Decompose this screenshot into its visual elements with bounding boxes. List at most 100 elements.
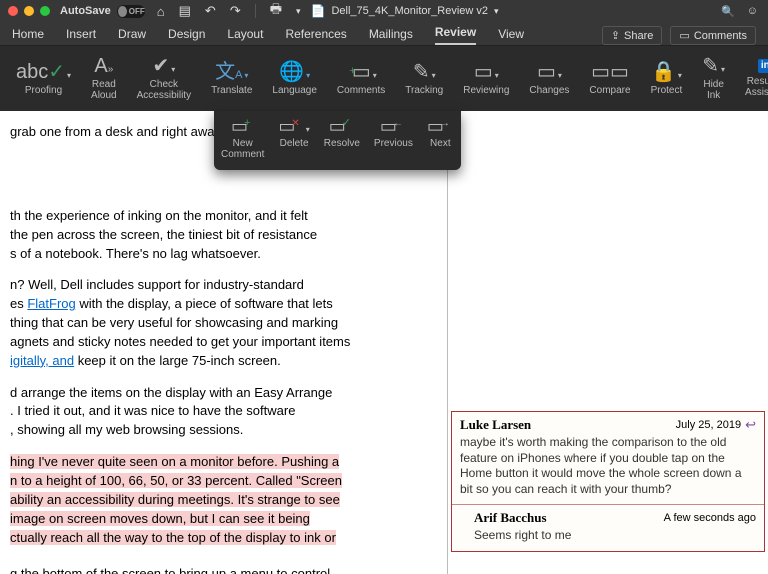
ribbon-protect[interactable]: 🔒▾ Protect [641, 46, 693, 111]
ribbon-label: Compare [589, 85, 630, 96]
submenu-label: Resolve [324, 138, 360, 149]
reply-icon[interactable]: ↩ [745, 417, 756, 433]
ribbon-compare[interactable]: ▭▭ Compare [579, 46, 640, 111]
comment-header: Luke Larsen July 25, 2019 ↩ [460, 417, 756, 433]
submenu-label: Previous [374, 138, 413, 149]
submenu-previous[interactable]: ▭← Previous [367, 115, 420, 151]
ribbon-label: Read Aloud [91, 79, 117, 101]
read-aloud-icon: A» [94, 56, 113, 76]
ribbon-proofing[interactable]: abc✓▾ Proofing [6, 46, 81, 111]
tab-draw[interactable]: Draw [118, 27, 146, 45]
ribbon-resume-assistant[interactable]: in Resume Assistant [735, 46, 768, 111]
ribbon-label: Proofing [25, 85, 62, 96]
ribbon-label: Check Accessibility [137, 79, 191, 101]
ribbon-tabs: Home Insert Draw Design Layout Reference… [0, 22, 768, 46]
translate-icon: 文A▾ [215, 62, 248, 82]
minimize-window-button[interactable] [24, 6, 34, 16]
quick-access-toolbar: ⌂ ▤ ↶ ↷ 🖶 ▾ [157, 0, 301, 22]
zoom-window-button[interactable] [40, 6, 50, 16]
submenu-label: New Comment [221, 138, 264, 160]
new-comment-icon: ▭+ [231, 117, 254, 135]
tab-mailings[interactable]: Mailings [369, 27, 413, 45]
tab-view[interactable]: View [498, 27, 524, 45]
ribbon-changes[interactable]: ▭▾ Changes [519, 46, 579, 111]
ribbon-read-aloud[interactable]: A» Read Aloud [81, 46, 127, 111]
comments-submenu: ▭+ New Comment ▭✕▾ Delete ▭✓ Resolve ▭← … [214, 111, 461, 170]
resolve-comment-icon: ▭✓ [329, 117, 355, 135]
ribbon-label: Language [272, 85, 317, 96]
ribbon-comments[interactable]: +▭▾ Comments [327, 46, 395, 111]
share-label: Share [624, 30, 653, 42]
document-text: th the experience of inking on the monit… [10, 207, 437, 264]
account-icon[interactable]: ☺ [747, 5, 758, 17]
document-icon: 📄 [311, 4, 326, 18]
traffic-lights [8, 6, 50, 16]
comments-icon: +▭▾ [345, 62, 376, 82]
print-icon[interactable]: 🖶 [270, 0, 282, 22]
submenu-new-comment[interactable]: ▭+ New Comment [214, 115, 271, 162]
tab-review[interactable]: Review [435, 25, 476, 45]
ribbon-label: Hide Ink [702, 79, 725, 101]
home-icon[interactable]: ⌂ [157, 4, 165, 19]
tab-home[interactable]: Home [12, 27, 44, 45]
submenu-next[interactable]: ▭→ Next [420, 115, 461, 151]
doc-dropdown-icon[interactable]: ▾ [494, 6, 499, 17]
ribbon-translate[interactable]: 文A▾ Translate [201, 46, 262, 111]
comments-label: Comments [694, 30, 747, 42]
comment-author: Luke Larsen [460, 417, 531, 433]
ribbon-label: Tracking [405, 85, 443, 96]
ribbon-tracking[interactable]: ✎▾ Tracking [395, 46, 453, 111]
protect-icon: 🔒▾ [651, 62, 682, 82]
ribbon-accessibility[interactable]: ✔▾ Check Accessibility [127, 46, 201, 111]
document-text: n? Well, Dell includes support for indus… [10, 276, 437, 370]
document-text: d arrange the items on the display with … [10, 384, 437, 441]
comment-thread[interactable]: Luke Larsen July 25, 2019 ↩ maybe it's w… [451, 411, 765, 552]
accessibility-icon: ✔▾ [152, 56, 175, 76]
linkedin-icon: in [758, 59, 768, 73]
highlighted-text: hing I've never quite seen on a monitor … [10, 453, 437, 547]
ribbon-reviewing[interactable]: ▭▾ Reviewing [453, 46, 519, 111]
ribbon-language[interactable]: 🌐▾ Language [262, 46, 327, 111]
hyperlink[interactable]: FlatFrog [27, 296, 75, 311]
autosave-toggle[interactable]: AutoSave OFF [60, 5, 145, 18]
undo-icon[interactable]: ↶ [205, 3, 216, 19]
submenu-label: Next [430, 138, 451, 149]
tab-references[interactable]: References [285, 27, 346, 45]
search-icon[interactable]: 🔍 [721, 5, 735, 18]
qat-dropdown-icon[interactable]: ▾ [296, 6, 301, 17]
submenu-resolve[interactable]: ▭✓ Resolve [317, 115, 367, 151]
share-button[interactable]: ⇪ Share [602, 26, 663, 45]
ribbon-label: Resume Assistant [745, 76, 768, 98]
next-comment-icon: ▭→ [427, 117, 454, 135]
save-icon[interactable]: ▤ [179, 3, 191, 19]
comment-date: A few seconds ago [664, 512, 756, 524]
comment-item[interactable]: Luke Larsen July 25, 2019 ↩ maybe it's w… [452, 412, 764, 505]
changes-icon: ▭▾ [537, 62, 562, 82]
submenu-label: Delete [280, 138, 309, 149]
spellcheck-icon: abc✓▾ [16, 62, 71, 82]
close-window-button[interactable] [8, 6, 18, 16]
ribbon-label: Translate [211, 85, 252, 96]
reviewing-icon: ▭▾ [474, 62, 499, 82]
document-area: grab one from a desk and right awa th th… [0, 111, 768, 574]
titlebar-right: 🔍 ☺ [721, 5, 758, 18]
tab-layout[interactable]: Layout [227, 27, 263, 45]
document-title[interactable]: 📄 Dell_75_4K_Monitor_Review v2 ▾ [311, 4, 499, 18]
redo-icon[interactable]: ↷ [230, 3, 241, 19]
autosave-switch[interactable]: OFF [117, 5, 145, 18]
language-icon: 🌐▾ [279, 62, 310, 82]
document-page[interactable]: grab one from a desk and right awa th th… [0, 111, 447, 574]
comments-panel-button[interactable]: ▭ Comments [670, 26, 756, 45]
tab-design[interactable]: Design [168, 27, 205, 45]
previous-comment-icon: ▭← [380, 117, 407, 135]
ribbon-label: Comments [337, 85, 385, 96]
ribbon-hide-ink[interactable]: ✎▾ Hide Ink [692, 46, 735, 111]
comment-body: Seems right to me [474, 528, 756, 544]
submenu-delete[interactable]: ▭✕▾ Delete [271, 115, 316, 151]
hyperlink[interactable]: igitally, and [10, 353, 74, 368]
autosave-label: AutoSave [60, 5, 111, 17]
delete-comment-icon: ▭✕▾ [278, 117, 309, 135]
comment-reply-item[interactable]: Arif Bacchus A few seconds ago Seems rig… [452, 505, 764, 551]
macos-titlebar: AutoSave OFF ⌂ ▤ ↶ ↷ 🖶 ▾ 📄 Dell_75_4K_Mo… [0, 0, 768, 22]
tab-insert[interactable]: Insert [66, 27, 96, 45]
